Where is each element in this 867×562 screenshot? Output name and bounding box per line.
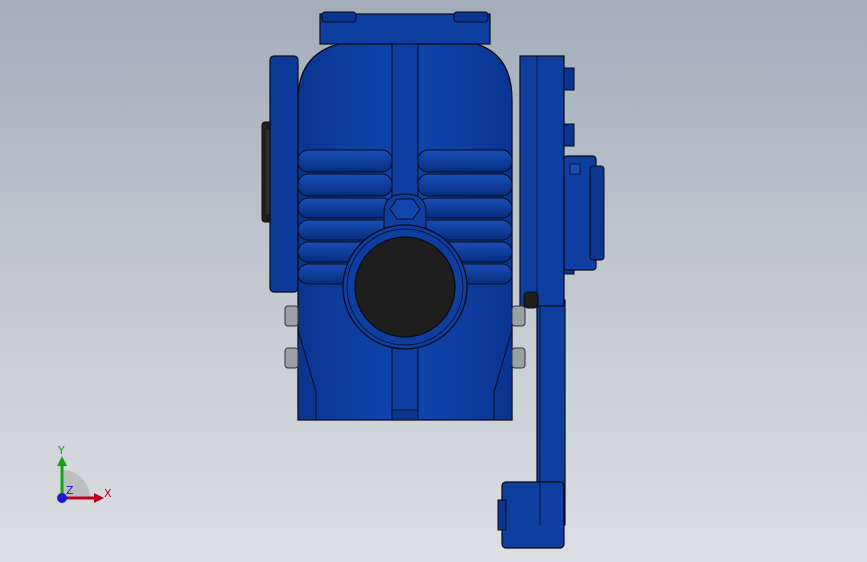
orientation-triad[interactable]: Y X Z: [40, 440, 120, 510]
arm-pivot: [523, 291, 539, 309]
z-axis-label: Z: [66, 484, 74, 497]
y-axis-label: Y: [57, 444, 65, 457]
graphics-viewport[interactable]: Y X Z: [0, 0, 867, 562]
hex-plug: [383, 193, 427, 229]
left-bearing-cap: [261, 55, 299, 293]
gear-reducer-model[interactable]: [0, 0, 867, 562]
x-axis-label: X: [104, 487, 112, 500]
input-flange: [563, 155, 605, 271]
output-bore: [342, 224, 468, 350]
